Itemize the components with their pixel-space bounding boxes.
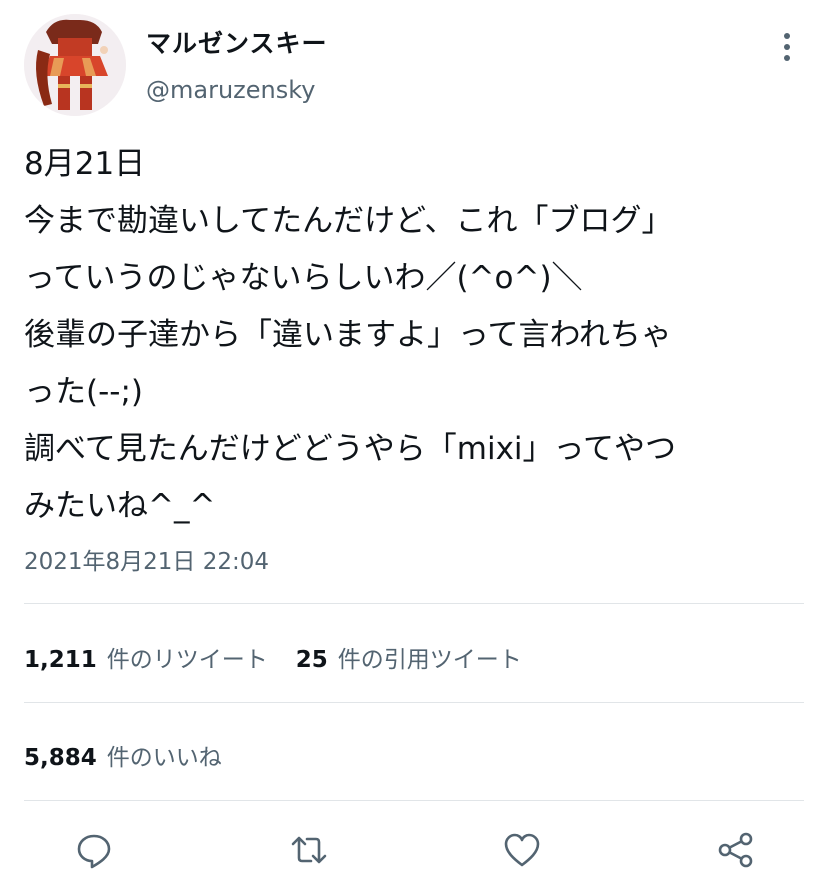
quotes-label[interactable]: 件の引用ツイート (338, 640, 522, 674)
avatar-image (24, 14, 126, 116)
more-dot (784, 33, 790, 39)
more-dot (784, 44, 790, 50)
more-dot (784, 55, 790, 61)
display-name[interactable]: マルゼンスキー (146, 24, 328, 60)
tweet-timestamp[interactable]: 2021年8月21日 22:04 (24, 542, 269, 576)
like-stats: 5,884 件のいいね (24, 738, 250, 772)
divider (24, 800, 804, 801)
quotes-count[interactable]: 25 (296, 647, 328, 673)
likes-label[interactable]: 件のいいね (107, 738, 222, 772)
retweet-stats: 1,211 件のリツイート 25 件の引用ツイート (24, 640, 550, 674)
more-options-icon[interactable] (772, 30, 802, 64)
divider (24, 603, 804, 604)
avatar[interactable] (24, 14, 126, 116)
retweets-label[interactable]: 件のリツイート (107, 640, 268, 674)
user-handle[interactable]: @maruzensky (146, 76, 316, 104)
heart-icon[interactable] (502, 830, 542, 870)
share-icon[interactable] (716, 830, 756, 870)
likes-count[interactable]: 5,884 (24, 745, 97, 771)
tweet-text: 8月21日 今まで勘違いしてたんだけど、これ「ブログ」 っていうのじゃないらしい… (24, 146, 676, 524)
retweets-count[interactable]: 1,211 (24, 647, 97, 673)
divider (24, 702, 804, 703)
tweet-actions (0, 822, 828, 878)
reply-icon[interactable] (74, 830, 114, 870)
retweet-icon[interactable] (289, 830, 329, 870)
